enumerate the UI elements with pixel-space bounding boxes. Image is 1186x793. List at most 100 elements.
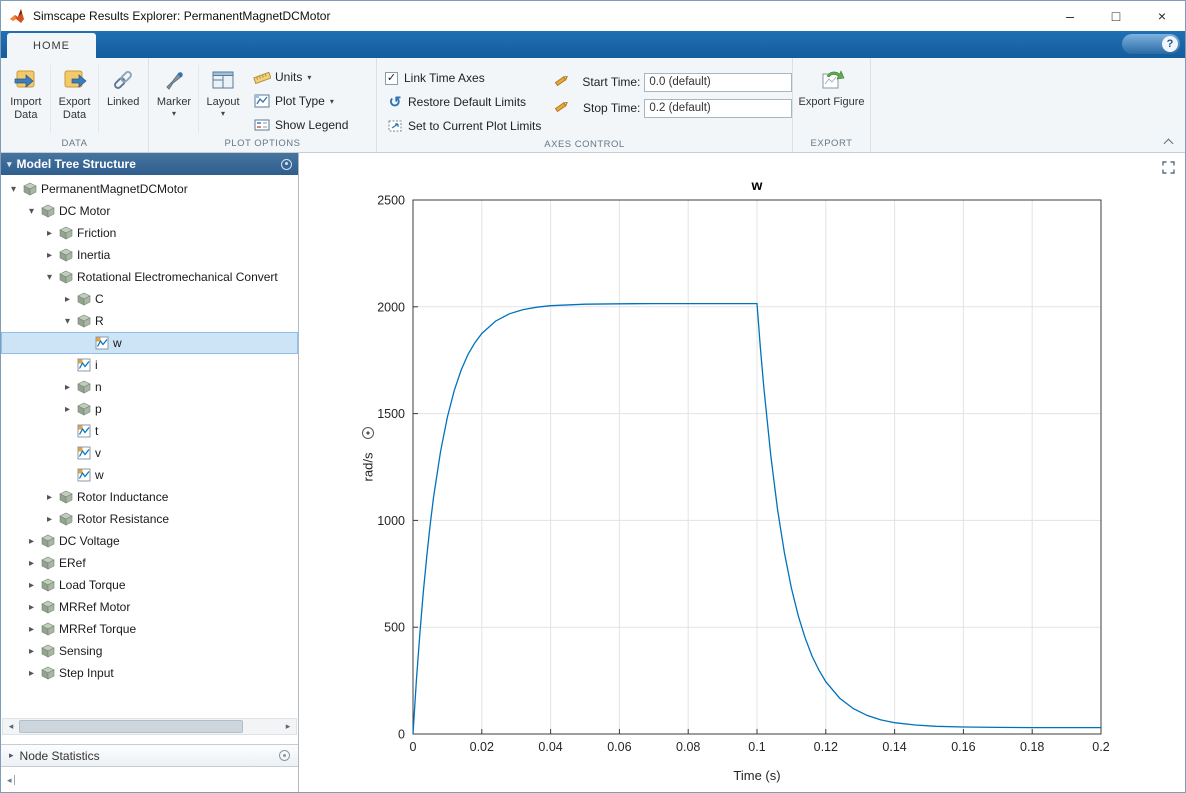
tree-item-permanentmagnetdcmotor[interactable]: ▾ PermanentMagnetDCMotor [1,178,298,200]
expand-arrow-icon[interactable]: ▸ [24,668,39,679]
show-legend-button[interactable]: Show Legend [252,113,348,137]
set-to-current-plot-limits-button[interactable]: Set to Current Plot Limits [385,114,541,138]
help-icon: ? [1162,36,1178,52]
tree-horizontal-scrollbar[interactable]: ◂ ▸ [2,718,297,735]
start-time-input[interactable] [644,73,792,92]
import-data-label: Import Data [10,96,41,122]
collapse-arrow-icon[interactable]: ▾ [6,184,21,195]
panel-collapse-arrow-icon[interactable]: ▾ [7,159,12,170]
node-statistics-panel[interactable]: ▸ Node Statistics [1,744,298,767]
stop-time-input[interactable] [644,99,792,118]
marker-dropdown-button[interactable]: Marker ▾ [151,61,197,137]
plot-type-dropdown-button[interactable]: Plot Type ▾ [252,89,348,113]
maximize-button[interactable]: □ [1093,1,1139,31]
tree-item-dc-motor[interactable]: ▾DC Motor [1,200,298,222]
expand-arrow-icon[interactable]: ▸ [60,294,75,305]
tree-item-dc-voltage[interactable]: ▸DC Voltage [1,530,298,552]
tree-item-p[interactable]: ▸p [1,398,298,420]
tree-item-load-torque[interactable]: ▸Load Torque [1,574,298,596]
scroll-left-icon[interactable]: ◂ [3,721,19,732]
import-data-button[interactable]: Import Data [3,61,49,137]
expand-arrow-icon[interactable]: ▸ [24,602,39,613]
export-data-button[interactable]: Export Data [52,61,98,137]
tree-item-label: Step Input [59,666,120,680]
block-icon [39,622,56,636]
expand-arrow-icon[interactable]: ▸ [42,492,57,503]
checkbox-checked-icon[interactable]: ✓ [385,72,398,85]
units-dropdown-button[interactable]: Units ▾ [252,65,348,89]
minimize-ribbon-button[interactable] [1161,137,1175,147]
collapse-arrow-icon[interactable]: ▾ [60,316,75,327]
block-icon [75,402,92,416]
tree-item-n[interactable]: ▸n [1,376,298,398]
tree-item-sensing[interactable]: ▸Sensing [1,640,298,662]
y-tick-label: 500 [384,621,405,635]
minimize-button[interactable]: – [1047,1,1093,31]
expand-arrow-icon[interactable]: ▸ [24,580,39,591]
tree-item-i[interactable]: i [1,354,298,376]
tree-item-eref[interactable]: ▸ERef [1,552,298,574]
tree-item-c[interactable]: ▸C [1,288,298,310]
tree-item-rotor-resistance[interactable]: ▸ Rotor Resistance [1,508,298,530]
block-icon [39,534,56,548]
block-icon [57,270,74,284]
titlebar: Simscape Results Explorer: PermanentMagn… [1,1,1185,31]
model-tree-structure-header[interactable]: ▾ Model Tree Structure [1,153,298,175]
node-statistics-options-icon[interactable] [279,750,290,761]
tree-item-mrref-motor[interactable]: ▸MRRef Motor [1,596,298,618]
tree-item-v[interactable]: v [1,442,298,464]
x-tick-label: 0.06 [607,740,631,754]
tree-item-label: PermanentMagnetDCMotor [41,182,194,196]
expand-arrow-icon[interactable]: ▸ [42,250,57,261]
marker-dropdown-arrow-icon: ▾ [172,109,176,118]
tree-item-w[interactable]: w [1,464,298,486]
linked-button[interactable]: Linked [100,61,146,137]
expand-arrow-icon[interactable]: ▸ [60,404,75,415]
tree-item-inertia[interactable]: ▸ Inertia [1,244,298,266]
tree-item-step-input[interactable]: ▸ Step Input [1,662,298,684]
ribbon-section-export: Export Figure EXPORT [793,58,871,152]
expand-arrow-icon[interactable]: ▸ [24,558,39,569]
tree-item-label: Inertia [77,248,116,262]
close-button[interactable]: × [1139,1,1185,31]
export-figure-button[interactable]: Export Figure [796,61,868,137]
collapse-arrow-icon[interactable]: ▾ [42,272,57,283]
tree-item-t[interactable]: t [1,420,298,442]
block-icon [57,226,74,240]
expand-arrow-icon[interactable]: ▸ [24,646,39,657]
panel-options-icon[interactable] [281,159,292,170]
units-icon [252,70,272,84]
restore-default-limits-button[interactable]: ↺ Restore Default Limits [385,90,541,114]
tree-item-r[interactable]: ▾R [1,310,298,332]
collapse-arrow-icon[interactable]: ▾ [24,206,39,217]
scroll-right-icon[interactable]: ▸ [280,721,296,732]
expand-arrow-icon[interactable]: ▸ [24,624,39,635]
signal-icon [75,446,92,460]
collapse-splitter-icon[interactable]: ◂ [7,775,15,785]
expand-arrow-icon[interactable]: ▸ [42,228,57,239]
plot-type-icon [252,94,272,108]
tree-item-rotor-inductance[interactable]: ▸Rotor Inductance [1,486,298,508]
expand-arrow-icon[interactable]: ▸ [42,514,57,525]
help-button[interactable]: ? [1122,34,1180,54]
tree-item-w[interactable]: w [1,332,298,354]
expand-arrow-icon[interactable]: ▸ [60,382,75,393]
ribbon: Import Data Export Data Linked DAT [1,58,1185,153]
scrollbar-thumb[interactable] [19,720,243,733]
block-icon [75,292,92,306]
tree-item-label: Rotor Resistance [77,512,175,526]
section-label-axes-control: AXES CONTROL [379,138,790,152]
w-signal-chart[interactable]: 00.020.040.060.080.10.120.140.160.180.20… [299,153,1185,793]
layout-dropdown-button[interactable]: Layout ▾ [200,61,246,137]
block-icon [75,380,92,394]
link-time-axes-checkbox[interactable]: ✓ Link Time Axes [385,66,541,90]
scrollbar-track[interactable] [19,720,280,733]
tab-home[interactable]: HOME [7,33,96,58]
tree-item-friction[interactable]: ▸Friction [1,222,298,244]
node-statistics-expand-icon[interactable]: ▸ [9,750,14,761]
expand-arrow-icon[interactable]: ▸ [24,536,39,547]
section-label-plot-options: PLOT OPTIONS [151,137,374,152]
tree-item-mrref-torque[interactable]: ▸MRRef Torque [1,618,298,640]
tree-item-rotational-electromechanical-convert[interactable]: ▾Rotational Electromechanical Convert [1,266,298,288]
x-tick-label: 0.04 [538,740,562,754]
